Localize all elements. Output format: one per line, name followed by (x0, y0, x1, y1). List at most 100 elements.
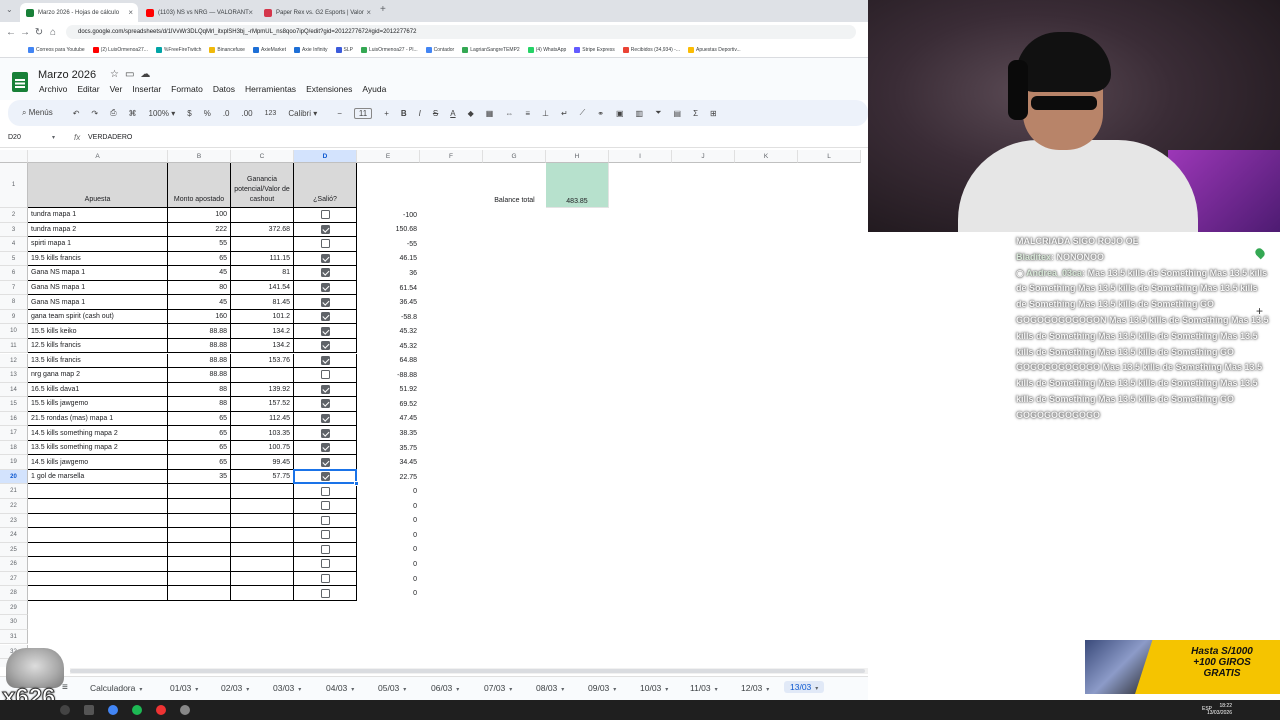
checkbox-unchecked-icon[interactable] (320, 486, 330, 496)
cell-ganancia[interactable] (231, 557, 294, 572)
cell-resultado[interactable]: -55 (357, 237, 420, 252)
cell-apuesta[interactable] (28, 557, 168, 572)
column-header-e[interactable]: E (357, 150, 420, 163)
cell-resultado[interactable]: -58.8 (357, 310, 420, 325)
spreadsheet-grid[interactable]: A B C D E F G H I J K L 1 2 3 4 5 6 7 8 9 10 11 12 13 14 15 16 17 18 1… (0, 150, 868, 667)
sheet-tab-07-03[interactable]: 07/03 ▾ (484, 683, 512, 693)
row-header-8[interactable]: 8 (0, 295, 28, 310)
column-header-f[interactable]: F (420, 150, 483, 163)
doc-title[interactable]: Marzo 2026 (38, 69, 96, 81)
text-wrap-icon[interactable]: ↵ (561, 109, 568, 118)
row-header-29[interactable]: 29 (0, 600, 28, 616)
bookmark-item[interactable]: %FreeFireTwitch (155, 46, 201, 53)
cell-salio[interactable] (294, 295, 357, 310)
row-header-17[interactable]: 17 (0, 426, 28, 441)
row-header-7[interactable]: 7 (0, 280, 28, 296)
more-formats-button[interactable]: 123 (265, 110, 277, 117)
checkbox-checked-icon[interactable] (320, 312, 330, 322)
cell-apuesta[interactable]: tundra mapa 2 (28, 222, 168, 238)
row-header-14[interactable]: 14 (0, 382, 28, 398)
cell-resultado[interactable]: 35.75 (357, 441, 420, 456)
cell-monto[interactable]: 88.88 (168, 368, 231, 383)
cell-apuesta[interactable] (28, 542, 168, 558)
row-header-20[interactable]: 20 (0, 469, 28, 485)
bookmark-item[interactable]: Correos para Youtube (28, 46, 85, 53)
cell-resultado[interactable]: 46.15 (357, 252, 420, 267)
merge-cells-icon[interactable]: ⇔ (505, 109, 513, 118)
cell-monto[interactable]: 65 (168, 411, 231, 427)
insert-comment-icon[interactable]: ▣ (616, 109, 624, 118)
cell-monto[interactable]: 65 (168, 426, 231, 441)
cell-salio[interactable] (294, 309, 357, 325)
app-icon[interactable] (180, 705, 190, 715)
text-color-icon[interactable]: A (450, 109, 455, 118)
close-tab-icon[interactable]: × (248, 8, 253, 17)
checkbox-unchecked-icon[interactable] (320, 588, 330, 598)
cell-apuesta[interactable]: 13.5 kills francis (28, 353, 168, 369)
cell-resultado[interactable]: 61.54 (357, 281, 420, 296)
column-header-g[interactable]: G (483, 150, 546, 163)
row-header-28[interactable]: 28 (0, 586, 28, 601)
chevron-down-icon[interactable]: ▾ (52, 134, 55, 141)
taskview-icon[interactable] (84, 705, 94, 715)
text-rotation-icon[interactable]: ⟋ (580, 108, 586, 118)
menu-editar[interactable]: Editar (77, 84, 99, 94)
cell-ganancia[interactable]: 103.35 (231, 426, 294, 441)
row-header-30[interactable]: 30 (0, 615, 28, 630)
cell-salio[interactable] (294, 353, 357, 369)
row-header-6[interactable]: 6 (0, 266, 28, 281)
cell-resultado[interactable]: 0 (357, 572, 420, 587)
cell-apuesta[interactable] (28, 499, 168, 514)
sheet-tab-04-03[interactable]: 04/03 ▾ (326, 683, 354, 693)
checkbox-checked-icon[interactable] (320, 224, 330, 234)
cell-ganancia[interactable]: 153.76 (231, 353, 294, 369)
checkbox-unchecked-icon[interactable] (320, 370, 330, 380)
bookmark-item[interactable]: Apuestas Deportiv... (688, 46, 741, 53)
close-tab-icon[interactable]: × (128, 8, 133, 17)
cell-apuesta[interactable]: spirti mapa 1 (28, 237, 168, 252)
row-header-16[interactable]: 16 (0, 411, 28, 427)
chevron-down-icon[interactable]: ▾ (613, 687, 616, 693)
cell-salio[interactable] (294, 266, 357, 281)
sheet-tab-03-03[interactable]: 03/03 ▾ (273, 683, 301, 693)
cell-monto[interactable]: 88 (168, 397, 231, 412)
cell-resultado[interactable]: 150.68 (357, 223, 420, 238)
obs-icon[interactable] (156, 705, 166, 715)
bookmark-item[interactable]: (2) LuisOrmenoa27... (92, 46, 148, 53)
chevron-down-icon[interactable]: ▾ (715, 687, 718, 693)
cell-resultado[interactable]: 69.52 (357, 397, 420, 412)
cell-ganancia[interactable]: 100.75 (231, 440, 294, 456)
checkbox-checked-icon[interactable] (320, 399, 330, 409)
row-header-10[interactable]: 10 (0, 324, 28, 339)
cell-resultado[interactable]: 36.45 (357, 295, 420, 310)
sheet-tab-11-03[interactable]: 11/03 ▾ (690, 683, 718, 693)
cell-apuesta[interactable] (28, 528, 168, 543)
row-header-27[interactable]: 27 (0, 571, 28, 587)
cell-monto[interactable]: 222 (168, 222, 231, 238)
cell-resultado[interactable]: 0 (357, 528, 420, 543)
sheet-tab-08-03[interactable]: 08/03 ▾ (536, 683, 564, 693)
cell-monto[interactable] (168, 499, 231, 514)
cell-resultado[interactable]: 45.32 (357, 339, 420, 354)
cell-apuesta[interactable]: 15.5 kills jawgemo (28, 397, 168, 412)
more-tools-icon[interactable]: ⊞ (710, 109, 717, 118)
bold-icon[interactable]: B (401, 109, 407, 118)
row-header-13[interactable]: 13 (0, 368, 28, 383)
cell-apuesta[interactable]: Gana NS mapa 1 (28, 295, 168, 310)
cell-monto[interactable]: 88.88 (168, 324, 231, 339)
checkbox-checked-icon[interactable] (320, 384, 330, 394)
functions-icon[interactable]: Σ (693, 109, 698, 118)
cell-resultado[interactable]: 36 (357, 266, 420, 281)
row-header-1[interactable]: 1 (0, 163, 28, 208)
checkbox-checked-icon[interactable] (320, 253, 330, 263)
cell-monto[interactable]: 80 (168, 280, 231, 296)
cell-monto[interactable]: 65 (168, 455, 231, 470)
sheets-logo-icon[interactable] (12, 72, 28, 92)
cell-resultado[interactable]: 38.35 (357, 426, 420, 441)
cell-resultado[interactable]: 51.92 (357, 383, 420, 398)
cell-ganancia[interactable]: 372.68 (231, 222, 294, 238)
row-header-2[interactable]: 2 (0, 208, 28, 223)
select-all-corner[interactable] (0, 150, 28, 163)
cell-apuesta[interactable]: gana team spirit (cash out) (28, 309, 168, 325)
browser-tab-vlr[interactable]: Paper Rex vs. G2 Esports | Valor × (258, 3, 376, 22)
